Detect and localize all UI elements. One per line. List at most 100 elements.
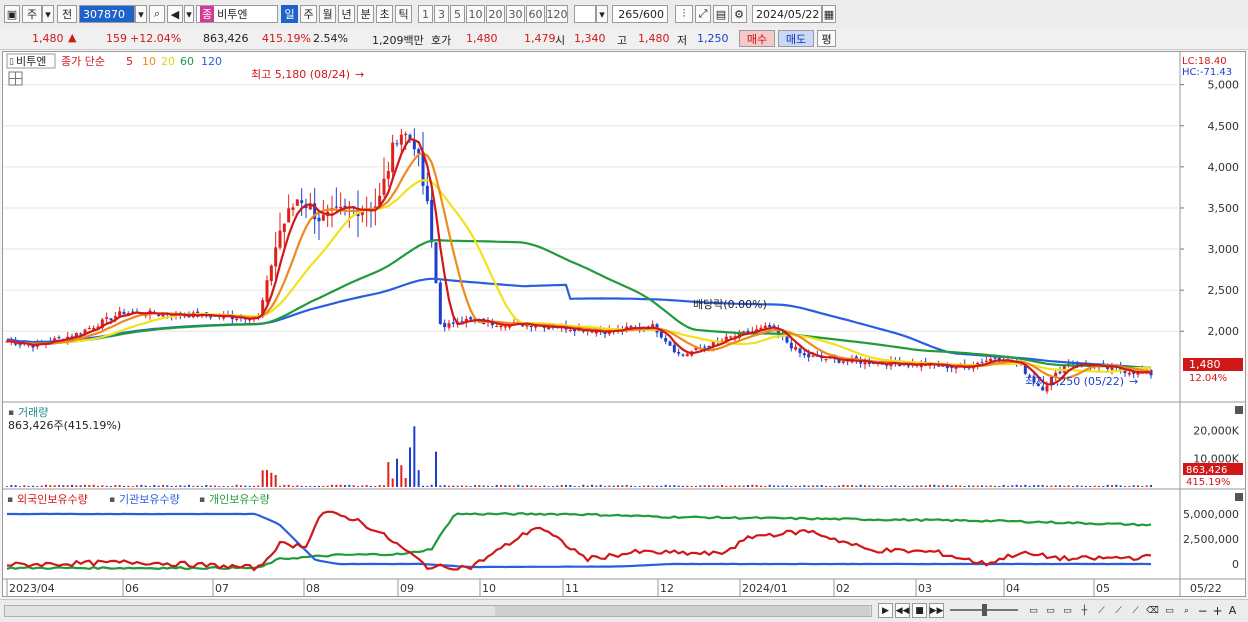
interval-button[interactable]: 5 xyxy=(450,5,465,23)
gear-icon[interactable]: ⚙ xyxy=(731,5,747,23)
high-annotation: 최고 5,180 (08/24) xyxy=(251,68,350,81)
zoom-search-icon[interactable]: ⌕ xyxy=(1179,603,1194,618)
code-dropdown-icon[interactable]: ▾ xyxy=(135,5,147,23)
price-change: 159 xyxy=(106,32,127,45)
period-button[interactable]: 월 xyxy=(319,5,336,23)
volume-bar xyxy=(617,485,619,487)
candle-body xyxy=(451,322,455,324)
zoom-out-icon[interactable]: − xyxy=(1195,603,1210,618)
volume-bar xyxy=(994,485,996,487)
date-field[interactable]: 2024/05/22 xyxy=(752,5,822,23)
volume-bar xyxy=(877,485,879,487)
interval-button[interactable]: 20 xyxy=(486,5,505,23)
fibo-icon[interactable]: ⟋ xyxy=(1111,603,1126,618)
scroll-track[interactable] xyxy=(4,605,872,617)
trendline-icon[interactable]: ⟋ xyxy=(1094,603,1109,618)
volume-bar xyxy=(517,484,520,487)
auto-scale-icon[interactable]: A xyxy=(1225,603,1240,618)
x-tick-label: 05/22 xyxy=(1190,582,1222,595)
volume-bar xyxy=(62,485,65,487)
draw-tool-icon[interactable]: ⤢ xyxy=(695,5,711,23)
candle-body xyxy=(993,357,997,359)
volume-bar xyxy=(820,485,823,487)
avg-button[interactable]: 평 xyxy=(817,30,836,47)
bottom-bar: ▶ ◀◀ ■ ▶▶ ▭ ▭ ▭ ┼ ⟋ ⟋ ⟋ ⌫ ▭ ⌕ − + A xyxy=(0,599,1248,622)
volume-bar xyxy=(608,485,611,487)
avg-label: 평 xyxy=(821,32,832,46)
volume-bar xyxy=(365,484,368,487)
layout-icon[interactable]: ▣ xyxy=(4,5,20,23)
period-button[interactable]: 분 xyxy=(357,5,374,23)
layout-1-icon[interactable]: ▭ xyxy=(1026,603,1041,618)
count-field[interactable]: 265/600 xyxy=(612,5,668,23)
volume-bar xyxy=(898,485,901,487)
rewind-icon[interactable]: ◀◀ xyxy=(895,603,910,618)
volume-bar xyxy=(716,485,719,487)
scroll-right-icon[interactable]: ▶ xyxy=(878,603,893,618)
interval-button[interactable]: 10 xyxy=(466,5,485,23)
calendar-icon[interactable]: ▦ xyxy=(822,5,836,23)
volume-bar xyxy=(690,485,693,487)
volume-bar xyxy=(274,474,277,487)
candle-body xyxy=(278,230,282,248)
prev-button[interactable]: 전 xyxy=(57,5,77,23)
interval-button[interactable]: 3 xyxy=(434,5,449,23)
volume-bar xyxy=(552,486,554,487)
interval-button[interactable]: 1 xyxy=(418,5,433,23)
chart-area[interactable]: 5,000 4,500 4,000 3,500 3,000 2,500 2,000 20,00… xyxy=(2,51,1246,597)
interval-button[interactable]: 30 xyxy=(506,5,525,23)
search-icon[interactable]: ⌕ xyxy=(149,5,165,23)
tag-marker-icon: ▯ xyxy=(9,57,14,67)
code-input[interactable]: 307870 xyxy=(79,5,135,23)
layout-3-icon[interactable]: ▭ xyxy=(1060,603,1075,618)
volume-bar xyxy=(885,485,888,487)
zoom-slider-handle[interactable] xyxy=(982,604,987,616)
candle-body xyxy=(386,171,390,179)
range-dropdown-icon[interactable]: ▾ xyxy=(596,5,608,23)
scroll-thumb[interactable] xyxy=(495,606,870,616)
volume-bar xyxy=(331,484,333,487)
interval-button[interactable]: 60 xyxy=(526,5,545,23)
volume-bar xyxy=(595,485,598,487)
period-button[interactable]: 주 xyxy=(300,5,317,23)
buy-button[interactable]: 매수 xyxy=(739,30,775,47)
market-dropdown-icon[interactable]: ▾ xyxy=(42,5,54,23)
interval-button[interactable]: 120 xyxy=(546,5,568,23)
market-label: 주 xyxy=(26,8,38,21)
chart-svg[interactable]: 5,000 4,500 4,000 3,500 3,000 2,500 2,000 20,00… xyxy=(3,52,1245,596)
stop-icon[interactable]: ■ xyxy=(912,603,927,618)
crosshair-icon[interactable]: ┼ xyxy=(1077,603,1092,618)
volume-bar xyxy=(222,485,225,487)
volume-close-icon[interactable] xyxy=(1235,406,1243,414)
x-tick-label: 11 xyxy=(565,582,579,595)
layout-2-icon[interactable]: ▭ xyxy=(1043,603,1058,618)
price-panel[interactable] xyxy=(3,52,1180,402)
holding-close-icon[interactable] xyxy=(1235,493,1243,501)
range-blank[interactable] xyxy=(574,5,596,23)
candle-type-icon[interactable]: ⫶ xyxy=(675,5,693,23)
speaker-icon[interactable]: ◀ xyxy=(167,5,183,23)
stock-name-field[interactable]: 종 비투엔 xyxy=(196,5,278,23)
candle-body xyxy=(382,178,386,195)
volume-bar xyxy=(1119,485,1122,487)
forward-icon[interactable]: ▶▶ xyxy=(929,603,944,618)
x-tick-label: 07 xyxy=(215,582,229,595)
period-button[interactable]: 초 xyxy=(376,5,393,23)
candle-body xyxy=(321,214,325,221)
eraser-icon[interactable]: ⌫ xyxy=(1145,603,1160,618)
period-button[interactable]: 일 xyxy=(281,5,298,23)
ma60-label: 60 xyxy=(180,55,194,68)
period-button[interactable]: 년 xyxy=(338,5,355,23)
zoom-in-icon[interactable]: + xyxy=(1210,603,1225,618)
prev-stock-icon[interactable]: ▾ xyxy=(184,5,194,23)
save-icon[interactable]: ▤ xyxy=(713,5,729,23)
volume-bar xyxy=(677,485,680,487)
text-tool-icon[interactable]: ⟋ xyxy=(1128,603,1143,618)
code-value: 307870 xyxy=(83,7,125,21)
vol-tick-label: 20,000K xyxy=(1193,424,1239,437)
sell-button[interactable]: 매도 xyxy=(778,30,814,47)
market-select[interactable]: 주 xyxy=(22,5,42,23)
copy-icon[interactable]: ▭ xyxy=(1162,603,1177,618)
volume-bar xyxy=(166,485,169,487)
period-button[interactable]: 틱 xyxy=(395,5,412,23)
